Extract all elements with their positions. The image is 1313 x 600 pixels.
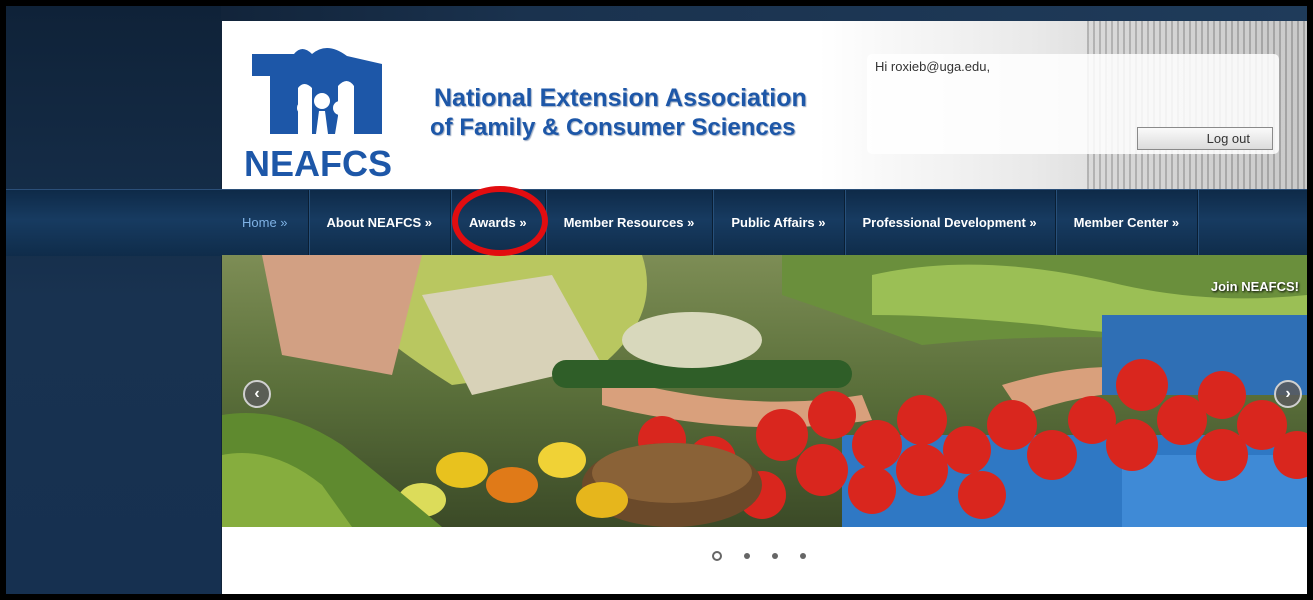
org-name-line2: of Family & Consumer Sciences — [430, 114, 796, 141]
left-background-band — [6, 6, 221, 594]
organization-name: National Extension Association of Family… — [430, 83, 807, 143]
slider-pagination — [712, 551, 806, 561]
org-name-line1: National Extension Association — [434, 84, 807, 112]
nav-about-neafcs[interactable]: About NEAFCS » — [309, 190, 451, 256]
nav-member-center[interactable]: Member Center » — [1056, 190, 1199, 256]
site-header: NEAFCS National Extension Association of… — [222, 21, 1307, 189]
nav-professional-development[interactable]: Professional Development » — [845, 190, 1056, 256]
neafcs-logo[interactable]: NEAFCS — [242, 46, 402, 181]
main-navigation-bar: Home » About NEAFCS » Awards » Member Re… — [6, 189, 1307, 256]
chevron-left-icon[interactable]: ‹ — [243, 380, 271, 408]
user-greeting: Hi roxieb@uga.edu, — [875, 59, 991, 74]
nav-home[interactable]: Home » — [222, 190, 309, 256]
logo-text: NEAFCS — [244, 143, 392, 181]
hero-slider: Join NEAFCS! ‹ › — [222, 255, 1307, 527]
nav-member-resources[interactable]: Member Resources » — [546, 190, 714, 256]
slide-dot-1[interactable] — [712, 551, 722, 561]
main-menu: Home » About NEAFCS » Awards » Member Re… — [222, 190, 1199, 256]
chevron-right-icon[interactable]: › — [1274, 380, 1302, 408]
join-neafcs-link[interactable]: Join NEAFCS! — [1211, 279, 1299, 294]
browser-frame: NEAFCS National Extension Association of… — [6, 6, 1307, 594]
slide-dot-3[interactable] — [772, 553, 778, 559]
nav-public-affairs[interactable]: Public Affairs » — [713, 190, 845, 256]
slide-image-market-vegetables — [222, 255, 1307, 527]
slide-dot-4[interactable] — [800, 553, 806, 559]
logout-button[interactable]: Log out — [1137, 127, 1273, 150]
nav-awards[interactable]: Awards » — [451, 190, 546, 256]
slide-dot-2[interactable] — [744, 553, 750, 559]
content-area — [222, 527, 1307, 594]
user-account-panel: Hi roxieb@uga.edu, Log out — [867, 54, 1279, 154]
